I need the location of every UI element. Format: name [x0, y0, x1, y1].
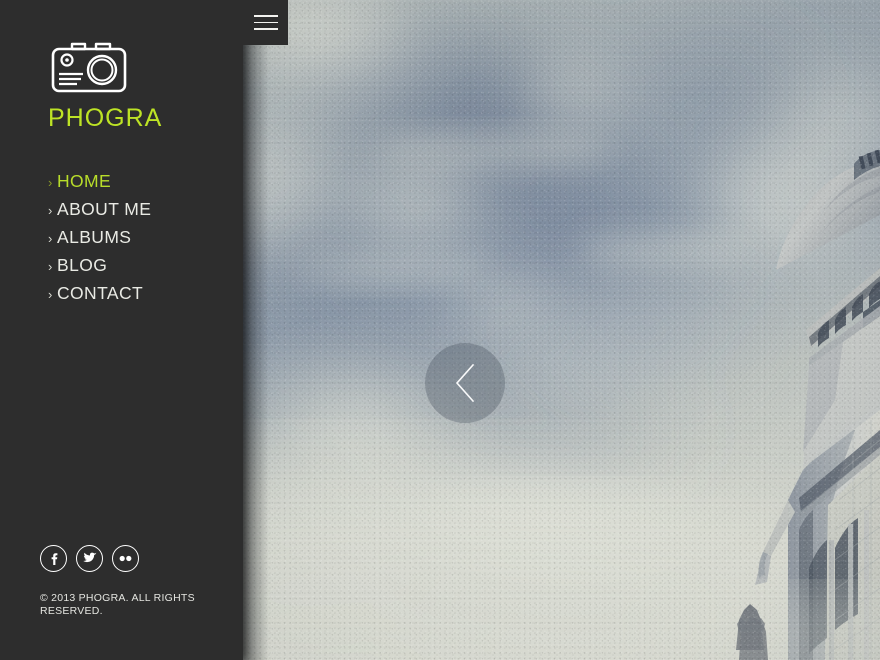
hamburger-icon-line: [253, 15, 278, 17]
social-link-flickr[interactable]: [112, 545, 139, 572]
nav-chevron-icon: ›: [48, 175, 53, 190]
nav-label: ABOUT ME: [57, 199, 152, 219]
brand-title: PHOGRA: [48, 104, 163, 132]
nav-chevron-icon: ›: [48, 259, 53, 274]
menu-toggle-button[interactable]: [243, 0, 288, 45]
hero-slider-photo: [243, 0, 880, 660]
nav-chevron-icon: ›: [48, 231, 53, 246]
nav-label: HOME: [57, 171, 112, 191]
nav-label: BLOG: [57, 255, 108, 275]
sidebar-item-albums[interactable]: › ALBUMS: [48, 224, 238, 252]
twitter-icon: [83, 552, 97, 563]
facebook-icon: [51, 552, 57, 565]
social-link-facebook[interactable]: [40, 545, 67, 572]
social-links: [40, 545, 139, 572]
primary-nav: › HOME › ABOUT ME › ALBUMS › BLOG › CONTACT: [48, 168, 238, 308]
slider-prev-button[interactable]: [425, 343, 505, 423]
camera-icon: [51, 42, 127, 93]
nav-label: ALBUMS: [57, 227, 132, 247]
site-logo[interactable]: [48, 36, 130, 96]
copyright-text: © 2013 PHOGRA. ALL RIGHTS RESERVED.: [40, 592, 195, 617]
sidebar: PHOGRA › HOME › ABOUT ME › ALBUMS › BLOG › CO…: [0, 0, 243, 660]
nav-chevron-icon: ›: [48, 287, 53, 302]
sidebar-item-blog[interactable]: › BLOG: [48, 252, 238, 280]
hamburger-icon-line: [253, 21, 278, 24]
page-root: PHOGRA › HOME › ABOUT ME › ALBUMS › BLOG › CO…: [0, 0, 880, 660]
flickr-icon: [119, 555, 132, 562]
nav-chevron-icon: ›: [48, 203, 53, 218]
sidebar-item-about-me[interactable]: › ABOUT ME: [48, 196, 238, 224]
hamburger-icon-line: [253, 28, 278, 30]
nav-label: CONTACT: [57, 283, 144, 303]
social-link-twitter[interactable]: [76, 545, 103, 572]
chevron-left-icon: [455, 363, 475, 403]
sidebar-item-home[interactable]: › HOME: [48, 168, 238, 196]
sidebar-item-contact[interactable]: › CONTACT: [48, 280, 238, 308]
